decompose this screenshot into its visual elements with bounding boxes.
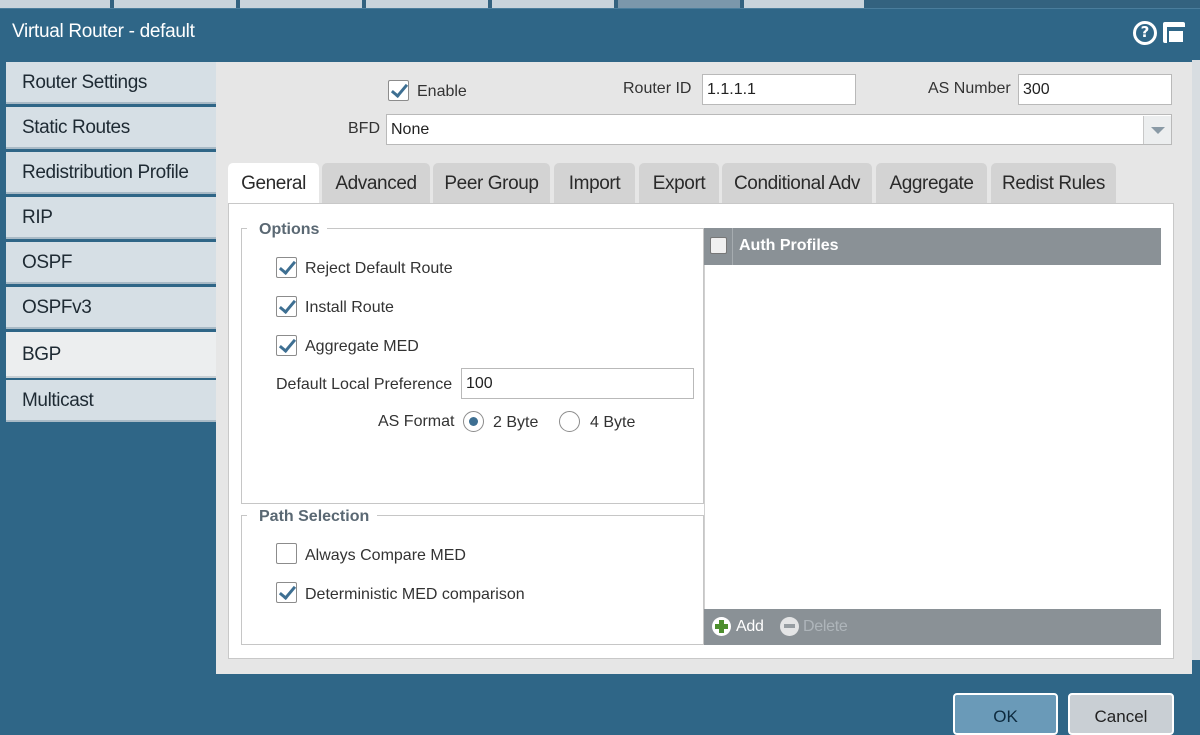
path-selection-group	[241, 515, 704, 645]
auth-profiles-column-header[interactable]: Auth Profiles	[739, 237, 839, 255]
background-tab	[114, 0, 238, 8]
path-selection-group-title: Path Selection	[247, 508, 378, 526]
tab-aggregate[interactable]: Aggregate	[876, 163, 987, 204]
install-route-label: Install Route	[305, 299, 394, 316]
background-tab	[618, 0, 742, 8]
bfd-select[interactable]: None	[386, 114, 1172, 145]
default-local-preference-field[interactable]: 100	[461, 368, 694, 399]
install-route-checkbox[interactable]	[276, 296, 297, 317]
select-all-checkbox[interactable]	[710, 237, 727, 254]
reject-default-route-label: Reject Default Route	[305, 260, 453, 277]
auth-profiles-header: Auth Profiles	[704, 228, 1161, 265]
background-tab-strip	[0, 0, 1200, 8]
deterministic-med-label: Deterministic MED comparison	[305, 586, 525, 603]
always-compare-med-label: Always Compare MED	[305, 547, 466, 564]
sidebar-item-multicast[interactable]: Multicast	[6, 380, 216, 422]
delete-button: Delete	[803, 618, 848, 635]
background-window-edge	[1192, 60, 1200, 660]
as-format-4byte-label: 4 Byte	[590, 414, 636, 431]
bfd-label: BFD	[348, 120, 380, 137]
auth-profiles-list	[704, 265, 1161, 609]
maximize-icon[interactable]	[1163, 22, 1185, 44]
cancel-button[interactable]: Cancel	[1068, 693, 1174, 735]
as-number-field[interactable]: 300	[1018, 74, 1172, 105]
sidebar-item-rip[interactable]: RIP	[6, 197, 216, 239]
auth-profiles-toolbar: Add Delete	[704, 609, 1161, 645]
chevron-down-icon[interactable]	[1143, 116, 1171, 144]
dialog-titlebar: Virtual Router - default ?	[0, 8, 1200, 58]
as-number-label: AS Number	[928, 80, 1011, 97]
delete-icon	[780, 617, 799, 636]
sidebar-item-bgp[interactable]: BGP	[6, 332, 216, 378]
enable-checkbox[interactable]	[388, 80, 409, 101]
tab-redist-rules[interactable]: Redist Rules	[991, 163, 1116, 204]
as-format-4byte-radio[interactable]	[559, 411, 580, 432]
dialog-title: Virtual Router - default	[12, 21, 195, 42]
background-tab	[744, 0, 866, 8]
tab-peer-group[interactable]: Peer Group	[433, 163, 550, 204]
tab-export[interactable]: Export	[639, 163, 719, 204]
sidebar-item-router-settings[interactable]: Router Settings	[6, 62, 216, 104]
tab-conditional-adv[interactable]: Conditional Adv	[722, 163, 872, 204]
options-group-title: Options	[247, 221, 328, 239]
aggregate-med-checkbox[interactable]	[276, 335, 297, 356]
sidebar-item-ospf[interactable]: OSPF	[6, 242, 216, 284]
add-button[interactable]: Add	[736, 618, 764, 636]
tab-import[interactable]: Import	[554, 163, 635, 204]
always-compare-med-checkbox[interactable]	[276, 543, 297, 564]
add-icon[interactable]	[712, 617, 731, 636]
as-format-2byte-radio[interactable]	[463, 411, 484, 432]
enable-label: Enable	[417, 83, 467, 100]
as-format-2byte-label: 2 Byte	[493, 414, 539, 431]
as-format-label: AS Format	[378, 413, 455, 430]
tab-advanced[interactable]: Advanced	[322, 163, 430, 204]
aggregate-med-label: Aggregate MED	[305, 338, 419, 355]
tab-general[interactable]: General	[228, 163, 319, 205]
default-local-preference-label: Default Local Preference	[276, 376, 453, 393]
ok-button[interactable]: OK	[953, 693, 1058, 735]
background-tab	[366, 0, 490, 8]
sidebar-item-static-routes[interactable]: Static Routes	[6, 107, 216, 149]
background-tab	[0, 0, 112, 8]
deterministic-med-checkbox[interactable]	[276, 582, 297, 603]
sidebar-item-redistribution-profile[interactable]: Redistribution Profile	[6, 152, 216, 194]
background-tab	[240, 0, 364, 8]
column-divider	[732, 228, 733, 265]
help-icon[interactable]: ?	[1133, 21, 1157, 45]
reject-default-route-checkbox[interactable]	[276, 257, 297, 278]
router-id-field[interactable]: 1.1.1.1	[702, 74, 856, 105]
router-id-label: Router ID	[623, 80, 692, 97]
background-tab	[492, 0, 616, 8]
sidebar-item-ospfv3[interactable]: OSPFv3	[6, 287, 216, 329]
